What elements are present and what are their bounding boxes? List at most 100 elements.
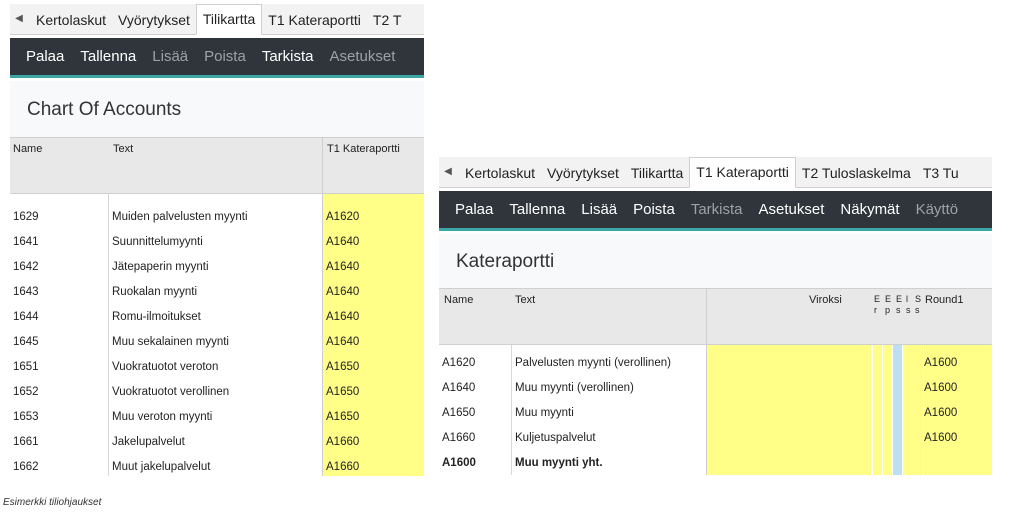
account-number: 1641: [13, 236, 39, 248]
tab-tilikartta[interactable]: Tilikartta: [195, 4, 263, 35]
tab-t1-kateraportti[interactable]: T1 Kateraportti: [262, 5, 367, 35]
tab-tilikartta[interactable]: Tilikartta: [625, 158, 689, 188]
asetukset-button: Asetukset: [329, 48, 396, 65]
column-header-narrow-5[interactable]: S s: [915, 294, 922, 316]
column-header-text[interactable]: Text: [113, 143, 133, 155]
account-number: 1645: [13, 336, 39, 348]
table-header: Name Text T1 Kateraportti: [10, 138, 424, 194]
t1-kateraportti-value[interactable]: A1620: [326, 205, 416, 230]
table-row[interactable]: 1642 Jätepaperin myynti A1640: [10, 255, 424, 280]
table-row[interactable]: A1660 Kuljetuspalvelut A1600: [439, 426, 992, 451]
table-row[interactable]: A1650 Muu myynti A1600: [439, 401, 992, 426]
t1-kateraportti-value[interactable]: A1640: [326, 230, 416, 255]
report-row-text: Muu myynti: [515, 407, 574, 419]
table-row[interactable]: 1662 Muut jakelupalvelut A1660: [10, 455, 424, 476]
report-row-name: A1600: [442, 457, 476, 469]
table-row[interactable]: 1652 Vuokratuotot verollinen A1650: [10, 380, 424, 405]
table-row[interactable]: 1643 Ruokalan myynti A1640: [10, 280, 424, 305]
käyttö-button: Käyttö: [915, 201, 959, 218]
column-header-narrow-1[interactable]: E r: [874, 294, 882, 316]
table-row[interactable]: A1620 Palvelusten myynti (verollinen) A160…: [439, 351, 992, 376]
table-row[interactable]: 1644 Romu-ilmoitukset A1640: [10, 305, 424, 330]
table-row[interactable]: 1653 Muu veroton myynti A1650: [10, 405, 424, 430]
account-text: Muut jakelupalvelut: [112, 461, 211, 473]
round1-value[interactable]: A1600: [924, 401, 984, 426]
t1-kateraportti-value[interactable]: A1640: [326, 330, 416, 355]
palaa-button[interactable]: Palaa: [439, 191, 501, 228]
scroll-left-arrow-icon[interactable]: ◀: [439, 157, 457, 187]
column-header-name[interactable]: Name: [444, 294, 473, 306]
t1-kateraportti-value[interactable]: A1660: [326, 455, 416, 476]
account-number: 1652: [13, 386, 39, 398]
table-row[interactable]: A1640 Muu myynti (verollinen) A1600: [439, 376, 992, 401]
t1-kateraportti-value[interactable]: A1640: [326, 305, 416, 330]
account-number: 1662: [13, 461, 39, 473]
table-row[interactable]: 1661 Jakelupalvelut A1660: [10, 430, 424, 455]
column-header-narrow-2[interactable]: E p: [885, 294, 893, 316]
column-header-viroksi[interactable]: Viroksi: [809, 294, 842, 306]
title-bar: Kateraportti: [439, 234, 992, 289]
account-number: 1643: [13, 286, 39, 298]
tab-kertolaskut[interactable]: Kertolaskut: [30, 5, 112, 35]
palaa-button[interactable]: Palaa: [10, 38, 72, 75]
tab-vy-rytykset[interactable]: Vyörytykset: [541, 158, 625, 188]
table-row[interactable]: 1641 Suunnittelumyynti A1640: [10, 230, 424, 255]
account-number: 1661: [13, 436, 39, 448]
t1-kateraportti-value[interactable]: A1650: [326, 405, 416, 430]
poista-button: Poista: [204, 48, 246, 65]
account-text: Muiden palvelusten myynti: [112, 211, 248, 223]
table-row[interactable]: 1645 Muu sekalainen myynti A1640: [10, 330, 424, 355]
tab-list: Kertolaskut Vyörytykset Tilikartta T1 Kater…: [30, 4, 407, 35]
tab-vy-rytykset[interactable]: Vyörytykset: [112, 5, 196, 35]
kateraportti-window: ◀ Kertolaskut Vyörytykset Tilikartta T1 Kat…: [439, 157, 992, 475]
tab-t2-t[interactable]: T2 T: [367, 5, 408, 35]
tarkista-button[interactable]: Tarkista: [254, 38, 322, 75]
t1-kateraportti-value[interactable]: A1660: [326, 430, 416, 455]
report-row-name: A1660: [442, 432, 476, 444]
table-row[interactable]: A1600 Muu myynti yht.: [439, 451, 992, 475]
lisää-button[interactable]: Lisää: [573, 191, 625, 228]
tallenna-button[interactable]: Tallenna: [501, 191, 573, 228]
tallenna-button[interactable]: Tallenna: [72, 38, 144, 75]
account-text: Suunnittelumyynti: [112, 236, 203, 248]
round1-value[interactable]: A1600: [924, 351, 984, 376]
column-header-text[interactable]: Text: [515, 294, 535, 306]
title-bar: Chart Of Accounts: [10, 81, 424, 138]
column-header-narrow-4[interactable]: l s: [906, 294, 914, 316]
round1-value[interactable]: A1600: [924, 376, 984, 401]
tab-kertolaskut[interactable]: Kertolaskut: [459, 158, 541, 188]
column-header-round1[interactable]: Round1: [925, 294, 964, 306]
t1-kateraportti-value[interactable]: A1650: [326, 380, 416, 405]
lisää-button: Lisää: [152, 48, 189, 65]
tab-t1-kateraportti[interactable]: T1 Kateraportti: [689, 157, 796, 188]
poista-button[interactable]: Poista: [625, 191, 683, 228]
column-header-t1-kateraportti[interactable]: T1 Kateraportti: [327, 143, 400, 155]
page-title: Kateraportti: [456, 251, 555, 272]
report-row-name: A1620: [442, 357, 476, 369]
tab-list: Kertolaskut Vyörytykset Tilikartta T1 Kater…: [459, 157, 965, 188]
table-row[interactable]: 1629 Muiden palvelusten myynti A1620: [10, 205, 424, 230]
round1-value[interactable]: [924, 451, 984, 475]
account-text: Jakelupalvelut: [112, 436, 185, 448]
report-row-text: Kuljetuspalvelut: [515, 432, 596, 444]
scroll-left-arrow-icon[interactable]: ◀: [10, 4, 28, 34]
t1-kateraportti-value[interactable]: A1650: [326, 355, 416, 380]
round1-value[interactable]: A1600: [924, 426, 984, 451]
toolbar: Palaa Tallenna Lisää Poista Tarkista Asetukse…: [439, 191, 992, 231]
column-header-name[interactable]: Name: [13, 143, 42, 155]
column-header-narrow-3[interactable]: E s: [896, 294, 904, 316]
account-number: 1642: [13, 261, 39, 273]
account-number: 1629: [13, 211, 39, 223]
account-text: Romu-ilmoitukset: [112, 311, 201, 323]
account-number: 1653: [13, 411, 39, 423]
t1-kateraportti-value[interactable]: A1640: [326, 255, 416, 280]
t1-kateraportti-value[interactable]: A1640: [326, 280, 416, 305]
table-body: A1620 Palvelusten myynti (verollinen) A160…: [439, 345, 992, 475]
tab-t2-tuloslaskelma[interactable]: T2 Tuloslaskelma: [796, 158, 917, 188]
tab-t3-tu[interactable]: T3 Tu: [917, 158, 965, 188]
table-row[interactable]: 1651 Vuokratuotot veroton A1650: [10, 355, 424, 380]
table-header: Name Text Viroksi E r E p E s l s S s Ro…: [439, 289, 992, 345]
asetukset-button[interactable]: Asetukset: [751, 191, 833, 228]
näkymät-button[interactable]: Näkymät: [832, 191, 907, 228]
report-row-text: Muu myynti (verollinen): [515, 382, 634, 394]
